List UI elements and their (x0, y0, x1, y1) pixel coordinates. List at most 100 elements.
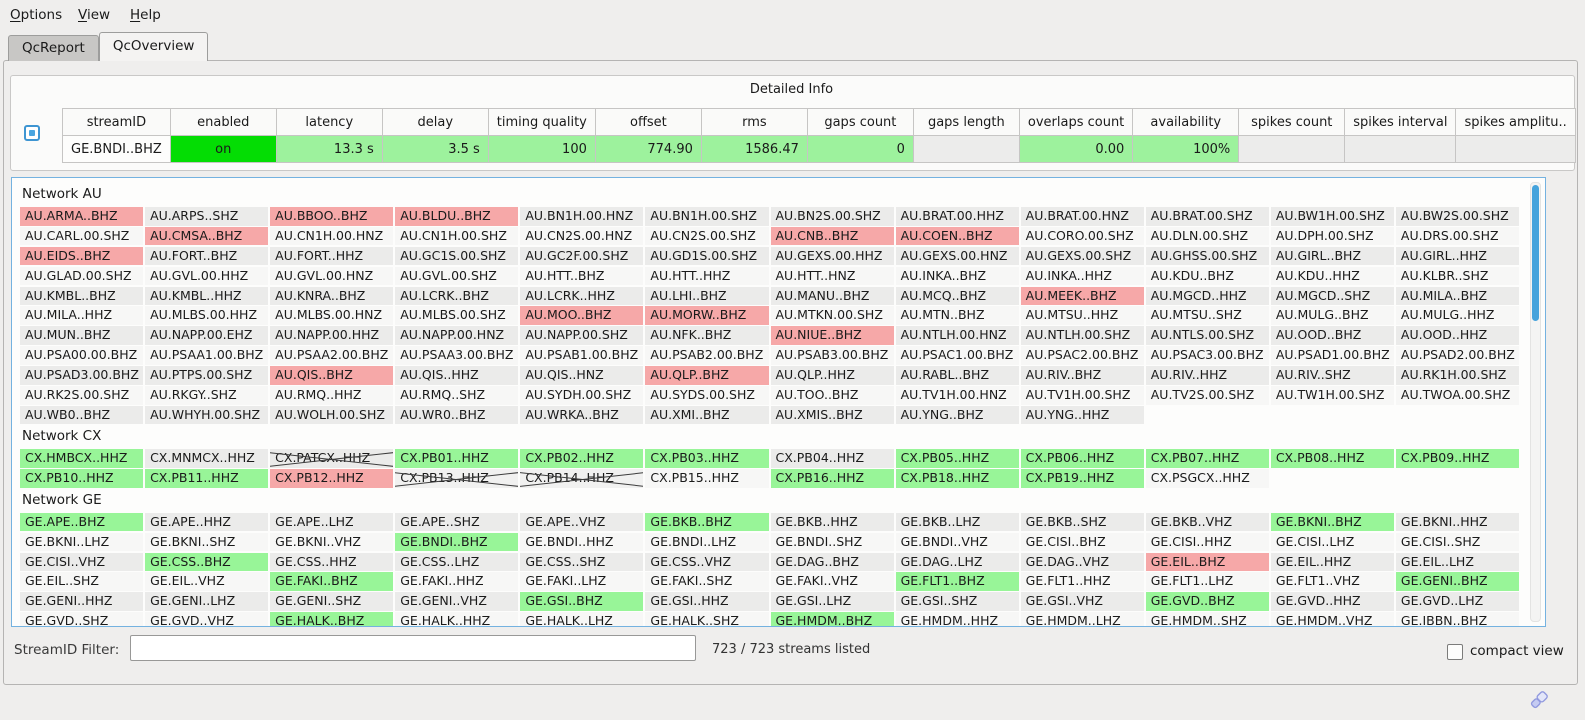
stream-cell[interactable]: GE.HMDM..HHZ (896, 612, 1019, 627)
stream-cell[interactable]: AU.NIUE..BHZ (771, 326, 894, 345)
column-header[interactable]: offset (595, 109, 701, 136)
stream-cell[interactable]: AU.NAPP.00.SHZ (520, 326, 643, 345)
stream-cell[interactable]: GE.BNDI..SHZ (771, 533, 894, 552)
stream-cell[interactable]: GE.GENI..SHZ (270, 592, 393, 611)
stream-cell[interactable]: AU.NFK..BHZ (645, 326, 768, 345)
stream-cell[interactable]: AU.PSAC1.00.BHZ (896, 346, 1019, 365)
stream-cell[interactable]: AU.GD1S.00.SHZ (645, 247, 768, 266)
stream-cell[interactable]: GE.BKB..LHZ (896, 513, 1019, 532)
stream-cell[interactable]: GE.EIL..SHZ (20, 572, 143, 591)
compact-view-checkbox[interactable] (1447, 644, 1463, 660)
stream-cell[interactable]: AU.RABL..BHZ (896, 366, 1019, 385)
stream-cell[interactable]: CX.PB02..HHZ (520, 449, 643, 468)
stream-cell[interactable]: AU.TV1H.00.SHZ (1021, 386, 1144, 405)
stream-cell[interactable]: AU.PSAA3.00.BHZ (395, 346, 518, 365)
stream-cell[interactable]: AU.DRS.00.SHZ (1396, 227, 1519, 246)
stream-cell[interactable]: AU.RK1H.00.SHZ (1396, 366, 1519, 385)
stream-cell[interactable]: AU.TW1H.00.SHZ (1271, 386, 1394, 405)
stream-cell[interactable]: GE.BNDI..BHZ (395, 533, 518, 552)
stream-cell[interactable]: AU.NTLS.00.SHZ (1146, 326, 1269, 345)
stream-cell[interactable]: AU.PSAB3.00.BHZ (771, 346, 894, 365)
stream-cell[interactable]: AU.FORT..HHZ (270, 247, 393, 266)
stream-cell[interactable]: GE.GVD..VHZ (145, 612, 268, 627)
column-header[interactable]: enabled (170, 109, 276, 136)
stream-cell[interactable]: CX.PATCX..HHZ (270, 449, 393, 468)
stream-cell[interactable]: AU.CN1H.00.HNZ (270, 227, 393, 246)
stream-cell[interactable]: CX.PB11..HHZ (145, 469, 268, 488)
stream-cell[interactable]: AU.INKA..BHZ (896, 267, 1019, 286)
stream-cell[interactable]: AU.GEXS.00.SHZ (1021, 247, 1144, 266)
stream-cell[interactable]: AU.MILA..BHZ (1396, 287, 1519, 306)
stream-cell[interactable]: GE.GVD..LHZ (1396, 592, 1519, 611)
stream-cell[interactable]: AU.MTSU..HHZ (1021, 306, 1144, 325)
stream-cell[interactable]: AU.WR0..BHZ (395, 406, 518, 425)
stream-cell[interactable]: CX.PB07..HHZ (1146, 449, 1269, 468)
stream-cell[interactable]: AU.GHSS.00.SHZ (1146, 247, 1269, 266)
stream-cell[interactable]: AU.BBOO..BHZ (270, 207, 393, 226)
stream-cell[interactable]: AU.NAPP.00.HHZ (270, 326, 393, 345)
stream-cell[interactable]: AU.WB0..BHZ (20, 406, 143, 425)
menu-help[interactable]: Help (130, 7, 161, 23)
stream-cell[interactable]: GE.APE..SHZ (395, 513, 518, 532)
stream-cell[interactable]: AU.FORT..BHZ (145, 247, 268, 266)
stream-cell[interactable]: AU.GEXS.00.HNZ (896, 247, 1019, 266)
stream-cell[interactable]: GE.FLT1..BHZ (896, 572, 1019, 591)
stream-cell[interactable]: AU.CARL.00.SHZ (20, 227, 143, 246)
stream-cell[interactable]: GE.APE..VHZ (520, 513, 643, 532)
stream-cell[interactable]: AU.TV1H.00.HNZ (896, 386, 1019, 405)
stream-cell[interactable]: AU.QLP..BHZ (645, 366, 768, 385)
stream-cell[interactable]: AU.LHI..BHZ (645, 287, 768, 306)
stream-cell[interactable]: GE.HALK..BHZ (270, 612, 393, 627)
stream-cell[interactable]: GE.HALK..LHZ (520, 612, 643, 627)
stream-cell[interactable]: GE.GVD..SHZ (20, 612, 143, 627)
stream-cell[interactable]: GE.CSS..BHZ (145, 553, 268, 572)
stream-cell[interactable]: GE.CSS..SHZ (520, 553, 643, 572)
stream-cell[interactable]: GE.FLT1..VHZ (1271, 572, 1394, 591)
stream-cell[interactable]: AU.INKA..HHZ (1021, 267, 1144, 286)
column-header[interactable]: gaps count (807, 109, 913, 136)
stream-cell[interactable]: CX.MNMCX..HHZ (145, 449, 268, 468)
stream-cell[interactable]: CX.HMBCX..HHZ (20, 449, 143, 468)
stream-cell[interactable]: AU.ARMA..BHZ (20, 207, 143, 226)
stream-cell[interactable]: AU.GLAD.00.SHZ (20, 267, 143, 286)
stream-cell[interactable]: AU.NTLH.00.HNZ (896, 326, 1019, 345)
stream-cell[interactable]: AU.GC2F.00.SHZ (520, 247, 643, 266)
stream-cell[interactable]: AU.MOO..BHZ (520, 306, 643, 325)
stream-cell[interactable]: AU.TV2S.00.SHZ (1146, 386, 1269, 405)
stream-cell[interactable]: AU.GEXS.00.HHZ (771, 247, 894, 266)
stream-cell[interactable]: GE.GVD..HHZ (1271, 592, 1394, 611)
stream-cell[interactable]: AU.GVL.00.SHZ (395, 267, 518, 286)
stream-cell[interactable]: GE.HMDM..SHZ (1146, 612, 1269, 627)
stream-cell[interactable]: GE.CISI..SHZ (1396, 533, 1519, 552)
stream-cell[interactable]: GE.BKB..SHZ (1021, 513, 1144, 532)
stream-cell[interactable]: AU.HTT..HHZ (645, 267, 768, 286)
stream-cell[interactable]: CX.PB16..HHZ (771, 469, 894, 488)
stream-cell[interactable]: CX.PB15..HHZ (645, 469, 768, 488)
stream-cell[interactable]: AU.HTT..BHZ (520, 267, 643, 286)
stream-cell[interactable]: GE.BKNI..BHZ (1271, 513, 1394, 532)
tab-qcreport[interactable]: QcReport (8, 35, 99, 61)
stream-cell[interactable]: AU.EIDS..BHZ (20, 247, 143, 266)
stream-cell[interactable]: AU.MILA..HHZ (20, 306, 143, 325)
stream-cell[interactable]: GE.EIL..VHZ (145, 572, 268, 591)
stream-cell[interactable]: GE.BKB..HHZ (771, 513, 894, 532)
stream-cell[interactable]: AU.QIS..BHZ (270, 366, 393, 385)
stream-cell[interactable]: GE.CSS..HHZ (270, 553, 393, 572)
stream-cell[interactable]: AU.PSAA1.00.BHZ (145, 346, 268, 365)
stream-cell[interactable]: AU.BW1H.00.SHZ (1271, 207, 1394, 226)
stream-cell[interactable]: AU.PSAA2.00.BHZ (270, 346, 393, 365)
stream-cell[interactable]: GE.FLT1..HHZ (1021, 572, 1144, 591)
stream-cell[interactable]: CX.PB06..HHZ (1021, 449, 1144, 468)
column-header[interactable]: spikes count (1239, 109, 1345, 136)
stream-cell[interactable]: AU.GVL.00.HHZ (145, 267, 268, 286)
stream-cell[interactable]: AU.GC1S.00.SHZ (395, 247, 518, 266)
scrollbar-track[interactable] (1530, 182, 1541, 622)
stream-cell[interactable]: AU.PSAB1.00.BHZ (520, 346, 643, 365)
stream-cell[interactable]: AU.MLBS.00.HHZ (145, 306, 268, 325)
stream-cell[interactable]: AU.MLBS.00.HNZ (270, 306, 393, 325)
stream-cell[interactable]: AU.MTKN.00.SHZ (771, 306, 894, 325)
stream-cell[interactable]: AU.BN2S.00.SHZ (771, 207, 894, 226)
stream-cell[interactable]: AU.LCRK..HHZ (520, 287, 643, 306)
streamid-filter-input[interactable] (130, 635, 696, 661)
stream-cell[interactable]: AU.OOD..BHZ (1271, 326, 1394, 345)
